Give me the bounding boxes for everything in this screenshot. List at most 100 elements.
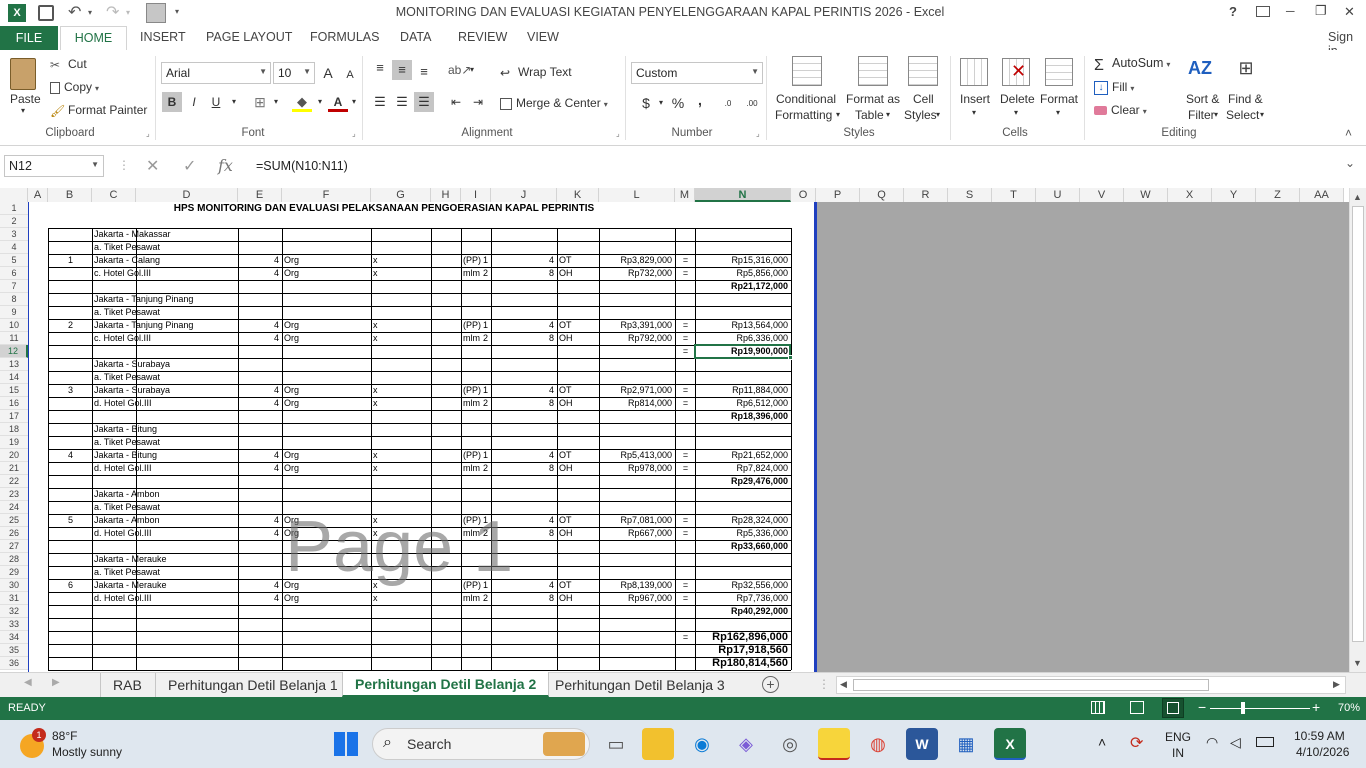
equals[interactable]: = (677, 384, 694, 397)
column-header-r[interactable]: R (904, 188, 948, 202)
row-header[interactable]: 14 (0, 371, 28, 384)
column-header-i[interactable]: I (461, 188, 491, 202)
clock-time[interactable]: 10:59 AM (1294, 729, 1345, 743)
times[interactable]: x (373, 384, 430, 397)
night-unit[interactable]: mlm (463, 527, 490, 540)
sort-filter-label-2[interactable]: Filter (1188, 108, 1215, 122)
row-number[interactable]: 6 (50, 579, 91, 592)
line-total[interactable]: Rp6,512,000 (697, 397, 790, 410)
tab-formulas[interactable]: FORMULAS (310, 30, 379, 44)
expand-formula-bar-icon[interactable]: ⌄ (1345, 156, 1355, 170)
hotel-label[interactable]: c. Hotel Gol.III (94, 267, 237, 280)
align-center-icon[interactable]: ☰ (392, 92, 412, 112)
align-top-icon[interactable]: ≡ (370, 58, 390, 78)
qty[interactable]: 4 (240, 579, 281, 592)
italic-button[interactable]: I (184, 92, 204, 112)
column-header-q[interactable]: Q (860, 188, 904, 202)
row-number[interactable]: 5 (50, 514, 91, 527)
unit-price[interactable]: Rp814,000 (601, 397, 674, 410)
tab-file[interactable]: FILE (0, 26, 58, 50)
language-eng[interactable]: ENG (1165, 730, 1191, 744)
sticky-notes-icon[interactable] (818, 728, 850, 760)
equals[interactable]: = (677, 514, 694, 527)
qty[interactable]: 4 (240, 332, 281, 345)
night-unit[interactable]: mlm (463, 332, 490, 345)
chrome-icon[interactable]: ◍ (862, 728, 894, 760)
row-header[interactable]: 28 (0, 553, 28, 566)
row-header[interactable]: 4 (0, 241, 28, 254)
row-header[interactable]: 26 (0, 527, 28, 540)
unit-price[interactable]: Rp5,413,000 (601, 449, 674, 462)
pp-unit[interactable]: (PP) (463, 384, 490, 397)
fill-handle[interactable] (788, 355, 793, 360)
oh-count[interactable]: 8 (493, 592, 556, 605)
times[interactable]: x (373, 514, 430, 527)
conditional-dropdown-icon[interactable]: ▾ (836, 110, 840, 119)
cell-styles-icon[interactable] (908, 56, 938, 86)
delete-cells-label[interactable]: Delete (1000, 92, 1035, 106)
sheet-tab-detil-2[interactable]: Perhitungan Detil Belanja 2 (342, 672, 550, 697)
format-as-table-icon[interactable] (858, 56, 888, 86)
times[interactable]: x (373, 592, 430, 605)
increase-decimal-button[interactable]: .0 (718, 94, 738, 114)
number-launcher-icon[interactable]: ⌟ (756, 129, 760, 138)
insert-function-icon[interactable]: fx (218, 156, 233, 175)
decrease-decimal-button[interactable]: .00 (742, 94, 762, 114)
leg-label[interactable]: Jakarta - Merauke (94, 579, 237, 592)
route-label[interactable]: Jakarta - Makassar (94, 228, 237, 241)
column-header-e[interactable]: E (238, 188, 282, 202)
unit-price[interactable]: Rp732,000 (601, 267, 674, 280)
column-header-f[interactable]: F (282, 188, 371, 202)
file-explorer-icon[interactable] (642, 728, 674, 760)
minimize-button[interactable]: ─ (1286, 4, 1295, 18)
group-subtotal[interactable]: Rp29,476,000 (697, 475, 790, 488)
sort-dropdown-icon[interactable]: ▾ (1214, 110, 1218, 119)
night-unit[interactable]: mlm (463, 397, 490, 410)
row-header[interactable]: 35 (0, 644, 28, 657)
cell-styles-label[interactable]: Cell (913, 92, 934, 106)
line-total[interactable]: Rp11,884,000 (697, 384, 790, 397)
unit[interactable]: Org (284, 579, 370, 592)
unit-price[interactable]: Rp967,000 (601, 592, 674, 605)
excel-logo-icon[interactable]: X (8, 4, 26, 22)
qty[interactable]: 4 (240, 384, 281, 397)
delete-dropdown-icon[interactable]: ▾ (1014, 108, 1018, 117)
tab-data[interactable]: DATA (400, 30, 431, 44)
redo-dropdown-icon[interactable]: ▾ (126, 8, 130, 17)
format-table-dropdown-icon[interactable]: ▾ (886, 110, 890, 119)
ot-unit[interactable]: OT (559, 319, 598, 332)
unit[interactable]: Org (284, 397, 370, 410)
route-label[interactable]: Jakarta - Bitung (94, 423, 237, 436)
number-format-combo[interactable]: Custom ▼ (631, 62, 763, 84)
enter-formula-icon[interactable]: ✓ (183, 156, 196, 176)
unit[interactable]: Org (284, 462, 370, 475)
quick-access-icon[interactable] (146, 3, 166, 23)
calculator-icon[interactable]: ▦ (950, 728, 982, 760)
column-header-l[interactable]: L (599, 188, 675, 202)
find-dropdown-icon[interactable]: ▾ (1260, 110, 1264, 119)
insert-cells-label[interactable]: Insert (960, 92, 990, 106)
row-header[interactable]: 30 (0, 579, 28, 592)
unit[interactable]: Org (284, 384, 370, 397)
cell-styles-dropdown-icon[interactable]: ▾ (936, 110, 940, 119)
row-header[interactable]: 13 (0, 358, 28, 371)
zoom-out-icon[interactable]: − (1198, 699, 1206, 715)
column-header-y[interactable]: Y (1212, 188, 1256, 202)
align-middle-icon[interactable]: ≡ (392, 60, 412, 80)
increase-indent-icon[interactable]: ⇥ (468, 92, 488, 112)
row-header[interactable]: 27 (0, 540, 28, 553)
copy-button[interactable]: Copy ▾ (50, 80, 99, 94)
percent-button[interactable]: % (668, 93, 688, 113)
borders-dropdown-icon[interactable]: ▾ (266, 92, 286, 112)
hotel-label[interactable]: c. Hotel Gol.III (94, 332, 237, 345)
unit-price[interactable]: Rp667,000 (601, 527, 674, 540)
scroll-right-arrow-icon[interactable]: ▶ (1333, 679, 1340, 690)
font-color-dropdown-icon[interactable]: ▾ (344, 92, 364, 112)
page-break-view-icon[interactable] (1162, 698, 1184, 718)
oh-unit[interactable]: OH (559, 527, 598, 540)
format-cells-icon[interactable] (1045, 58, 1073, 86)
collapse-ribbon-icon[interactable]: ˄ (1345, 126, 1352, 140)
row-header[interactable]: 25 (0, 514, 28, 527)
sort-filter-icon[interactable]: AZ (1188, 58, 1218, 88)
leg-label[interactable]: Jakarta - Tanjung Pinang (94, 319, 237, 332)
